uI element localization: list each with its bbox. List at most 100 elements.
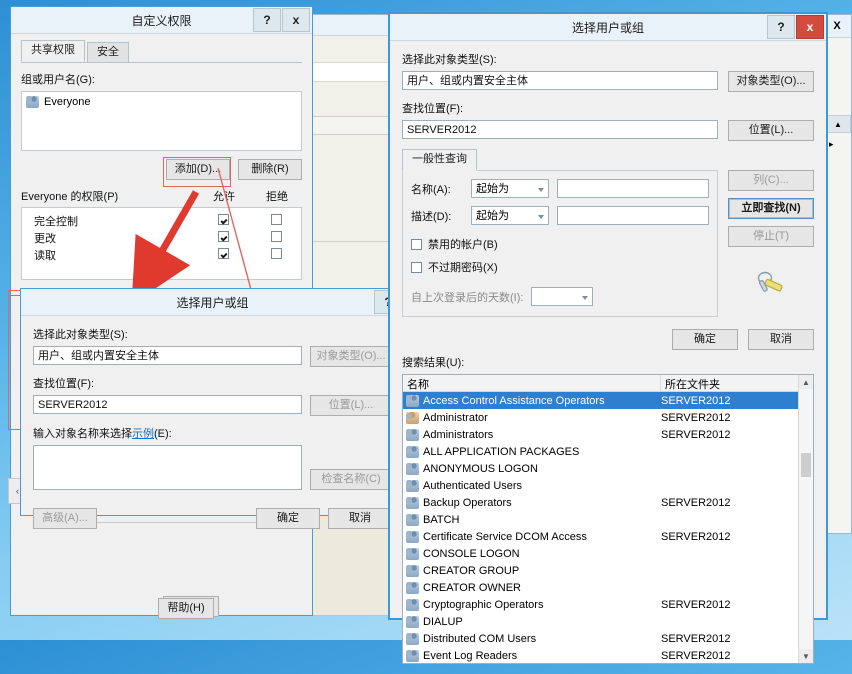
user-icon: [406, 411, 419, 424]
object-type-field[interactable]: 用户、组或内置安全主体: [402, 71, 718, 90]
allow-checkbox[interactable]: [217, 247, 229, 259]
table-row[interactable]: CREATOR OWNER: [403, 579, 813, 596]
help-button[interactable]: ?: [253, 8, 281, 32]
allow-checkbox-cell[interactable]: [195, 247, 251, 262]
table-row[interactable]: Cryptographic Operators SERVER2012: [403, 596, 813, 613]
results-col-folder[interactable]: 所在文件夹: [661, 375, 813, 391]
disabled-accounts-checkbox[interactable]: [411, 238, 422, 250]
cancel-button[interactable]: 取消: [328, 508, 392, 529]
object-type-button[interactable]: 对象类型(O)...: [728, 71, 814, 92]
days-since-logon-select[interactable]: [531, 287, 594, 306]
small-dialog-footer: 高级(A)... 确定 取消: [33, 508, 392, 529]
columns-button[interactable]: 列(C)...: [728, 170, 814, 191]
find-now-button[interactable]: 立即查找(N): [728, 198, 814, 219]
table-row[interactable]: DIALUP: [403, 613, 813, 630]
search-results-list[interactable]: 名称 所在文件夹 Access Control Assistance Opera…: [402, 374, 814, 664]
select-users-small-title: 选择用户或组: [176, 295, 249, 310]
table-row[interactable]: Certificate Service DCOM Access SERVER201…: [403, 528, 813, 545]
group-icon: [406, 598, 419, 611]
location-field[interactable]: SERVER2012: [33, 395, 302, 414]
table-row[interactable]: Administrator SERVER2012: [403, 409, 813, 426]
deny-checkbox-cell[interactable]: [251, 247, 301, 262]
results-scrollbar[interactable]: ▲ ▼: [798, 375, 813, 663]
large-dialog-actions: 确定 取消: [402, 329, 814, 350]
result-name-cell: Backup Operators: [406, 496, 661, 509]
table-row[interactable]: ALL APPLICATION PACKAGES: [403, 443, 813, 460]
results-col-name[interactable]: 名称: [403, 375, 661, 391]
select-users-dialog-large[interactable]: 选择用户或组 ? x 选择此对象类型(S): 用户、组或内置安全主体 对象类型(…: [388, 12, 828, 664]
table-row[interactable]: 完全控制: [22, 212, 301, 229]
deny-checkbox[interactable]: [270, 247, 282, 259]
examples-link[interactable]: 示例: [132, 428, 154, 440]
cancel-button[interactable]: 取消: [748, 329, 814, 350]
deny-checkbox[interactable]: [270, 213, 282, 225]
scroll-up-icon[interactable]: ▲: [799, 375, 813, 389]
name-input[interactable]: [557, 179, 709, 198]
advanced-button[interactable]: 高级(A)...: [33, 508, 97, 529]
tab-common-queries[interactable]: 一般性查询: [402, 149, 477, 171]
permissions-list[interactable]: 完全控制 更改 读取: [21, 207, 302, 280]
location-button[interactable]: 位置(L)...: [728, 120, 814, 141]
result-folder-cell: SERVER2012: [661, 428, 731, 441]
list-item[interactable]: Everyone: [26, 96, 297, 108]
name-operator-select[interactable]: 起始为: [471, 179, 549, 198]
non-expiring-password-row[interactable]: 不过期密码(X): [411, 259, 709, 275]
deny-checkbox[interactable]: [270, 230, 282, 242]
result-name-label: Backup Operators: [423, 496, 512, 509]
result-folder-cell: SERVER2012: [661, 649, 731, 662]
table-row[interactable]: Distributed COM Users SERVER2012: [403, 630, 813, 647]
result-name-label: Event Log Readers: [423, 649, 518, 662]
table-row[interactable]: CONSOLE LOGON: [403, 545, 813, 562]
object-type-button[interactable]: 对象类型(O)...: [310, 346, 392, 367]
table-row[interactable]: Administrators SERVER2012: [403, 426, 813, 443]
table-row[interactable]: Event Log Readers SERVER2012: [403, 647, 813, 663]
stop-button[interactable]: 停止(T): [728, 226, 814, 247]
ok-button[interactable]: 确定: [256, 508, 320, 529]
table-row[interactable]: Backup Operators SERVER2012: [403, 494, 813, 511]
result-name-label: Distributed COM Users: [423, 632, 537, 645]
allow-checkbox-cell[interactable]: [195, 230, 251, 245]
object-names-field[interactable]: [33, 445, 302, 490]
custom-permissions-window-buttons: ? x: [252, 8, 310, 32]
ok-button[interactable]: 确定: [672, 329, 738, 350]
help-button[interactable]: ?: [767, 15, 795, 39]
object-type-field[interactable]: 用户、组或内置安全主体: [33, 346, 302, 365]
allow-checkbox[interactable]: [217, 213, 229, 225]
close-button[interactable]: x: [796, 15, 824, 39]
table-row[interactable]: 更改: [22, 229, 301, 246]
non-expiring-password-label: 不过期密码(X): [428, 262, 498, 274]
allow-checkbox[interactable]: [217, 230, 229, 242]
deny-checkbox-cell[interactable]: [251, 230, 301, 245]
object-type-row: 用户、组或内置安全主体 对象类型(O)...: [402, 71, 814, 92]
table-row[interactable]: BATCH: [403, 511, 813, 528]
select-users-dialog-small[interactable]: 选择用户或组 ? 选择此对象类型(S): 用户、组或内置安全主体 对象类型(O)…: [20, 288, 405, 529]
result-name-label: BATCH: [423, 513, 460, 526]
remove-button[interactable]: 删除(R): [238, 159, 302, 180]
deny-checkbox-cell[interactable]: [251, 213, 301, 228]
tab-security[interactable]: 安全: [87, 42, 129, 62]
location-field[interactable]: SERVER2012: [402, 120, 718, 139]
scroll-thumb[interactable]: [801, 453, 811, 477]
table-row[interactable]: Access Control Assistance Operators SERVE…: [403, 392, 813, 409]
description-input[interactable]: [557, 206, 709, 225]
disabled-accounts-row[interactable]: 禁用的帐户(B): [411, 236, 709, 252]
location-button[interactable]: 位置(L)...: [310, 395, 392, 416]
non-expiring-password-checkbox[interactable]: [411, 261, 422, 273]
table-row[interactable]: ANONYMOUS LOGON: [403, 460, 813, 477]
table-row[interactable]: Authenticated Users: [403, 477, 813, 494]
scroll-down-icon[interactable]: ▼: [799, 649, 813, 663]
check-names-button[interactable]: 检查名称(C): [310, 469, 392, 490]
allow-checkbox-cell[interactable]: [195, 213, 251, 228]
description-operator-select[interactable]: 起始为: [471, 206, 549, 225]
table-row[interactable]: 读取: [22, 246, 301, 263]
table-row[interactable]: CREATOR GROUP: [403, 562, 813, 579]
bg-right-scroll-up-icon[interactable]: ▲: [825, 115, 851, 133]
help-button-visible[interactable]: 帮助(H): [158, 598, 214, 619]
bg-right-close-icon[interactable]: X: [833, 20, 840, 32]
results-rows-container: Access Control Assistance Operators SERVE…: [403, 392, 813, 663]
group-list[interactable]: Everyone: [21, 91, 302, 151]
custom-permissions-dialog[interactable]: 自定义权限 ? x 共享权限 安全 组或用户名(G): Everyone 添加(…: [10, 6, 313, 296]
tab-share-permissions[interactable]: 共享权限: [21, 40, 85, 62]
close-button[interactable]: x: [282, 8, 310, 32]
location-row: SERVER2012 位置(L)...: [402, 120, 814, 141]
